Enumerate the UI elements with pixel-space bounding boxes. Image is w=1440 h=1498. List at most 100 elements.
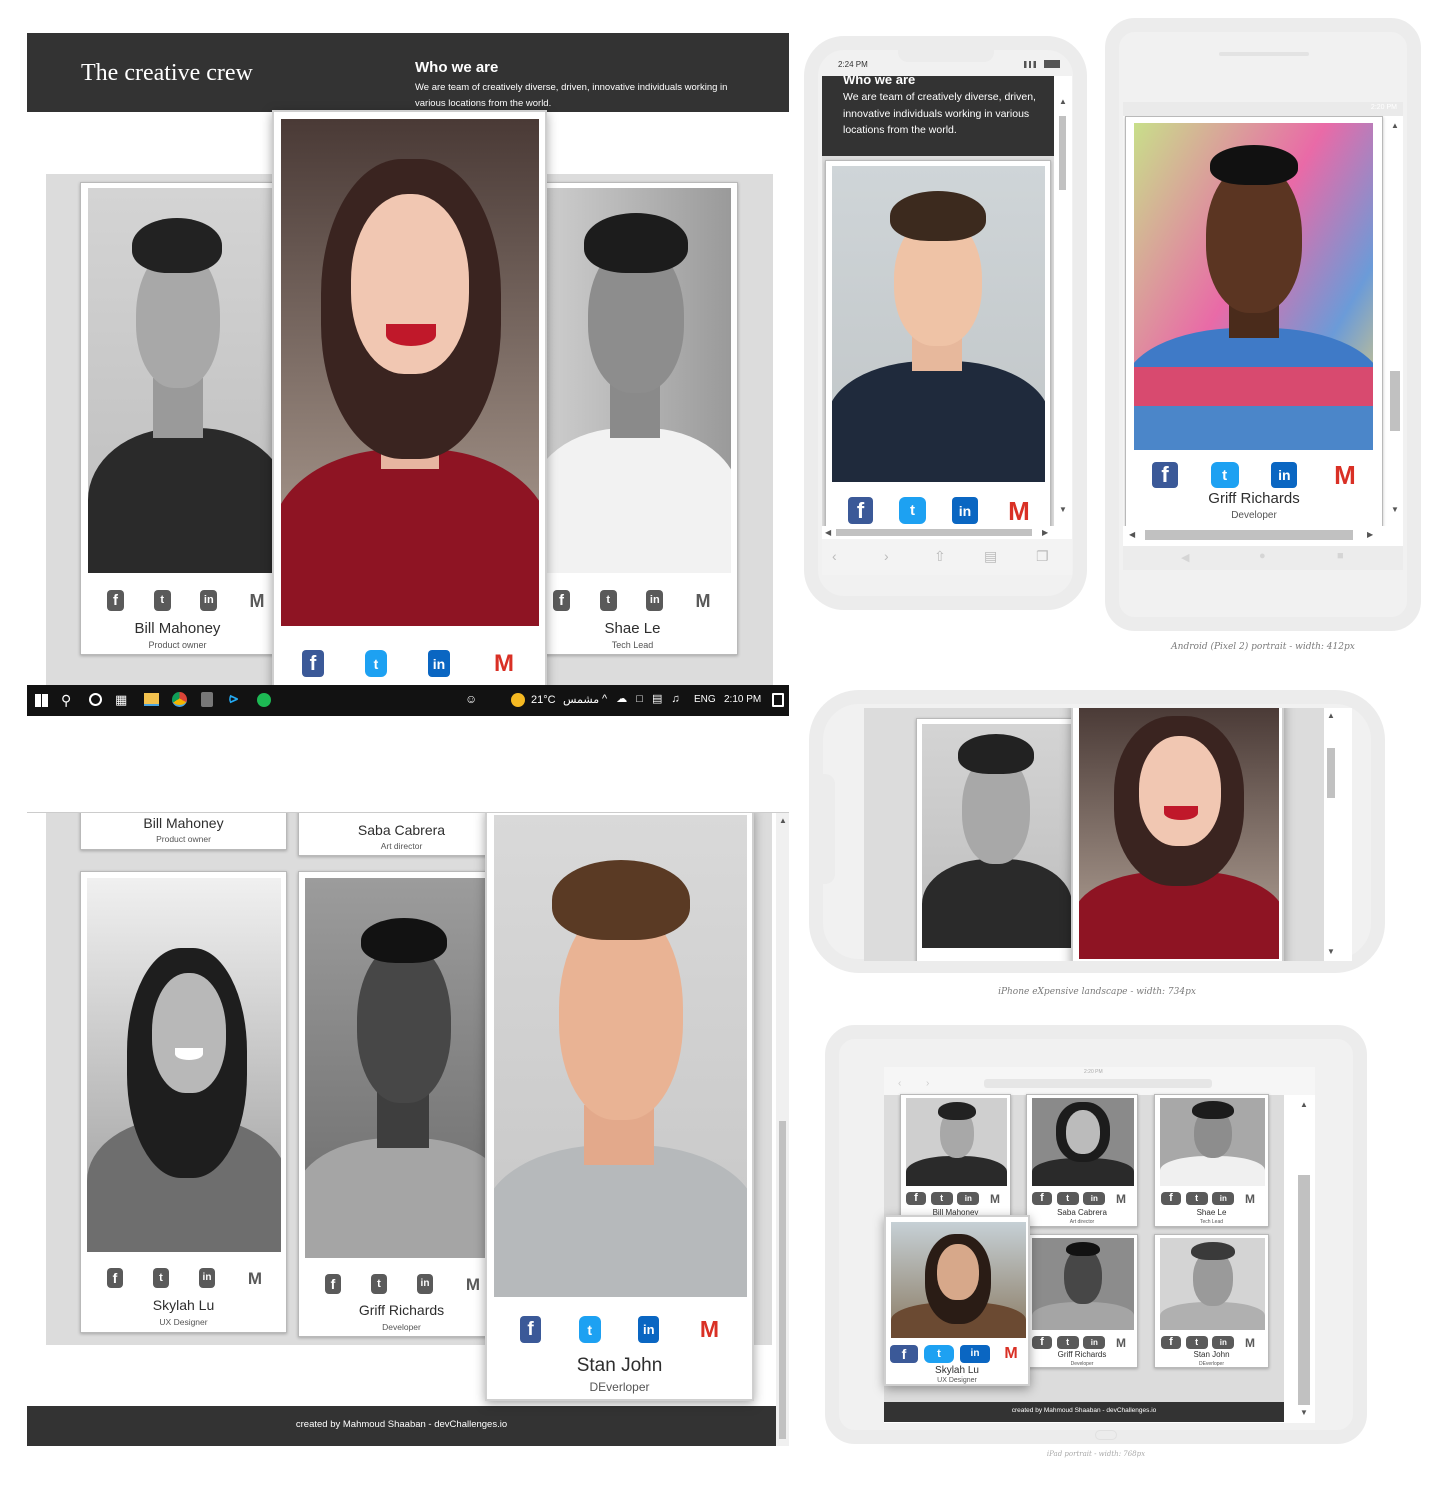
facebook-icon[interactable]: f: [553, 590, 570, 611]
facebook-icon[interactable]: f: [1161, 1192, 1181, 1205]
member-card-skylah-hover[interactable]: f t in M Skylah Lu UX Designer: [884, 1215, 1030, 1386]
people-icon[interactable]: ☺: [465, 692, 477, 706]
scroll-up-arrow[interactable]: ▲: [1300, 1101, 1308, 1109]
linkedin-icon[interactable]: in: [952, 497, 978, 524]
scroll-down-arrow[interactable]: ▼: [1300, 1409, 1308, 1417]
page-scrollbar[interactable]: ▲ ▼: [1294, 1095, 1314, 1423]
scroll-down-arrow[interactable]: ▼: [1391, 506, 1399, 514]
scroll-up-arrow[interactable]: ▲: [1327, 712, 1335, 720]
search-icon[interactable]: ⚲: [61, 692, 71, 709]
linkedin-icon[interactable]: in: [200, 590, 218, 611]
linkedin-icon[interactable]: in: [417, 1274, 433, 1294]
gmail-icon[interactable]: M: [463, 1274, 483, 1294]
tabs-icon[interactable]: ❐: [1036, 548, 1049, 565]
cortana-icon[interactable]: [89, 693, 102, 706]
twitter-icon[interactable]: t: [1056, 1192, 1079, 1205]
gmail-icon[interactable]: M: [1239, 1336, 1261, 1349]
scroll-left-arrow[interactable]: ◀: [825, 529, 831, 537]
gmail-icon[interactable]: M: [984, 1192, 1006, 1205]
recents-icon[interactable]: ■: [1337, 550, 1344, 562]
member-card-griff[interactable]: f t in M Griff Richards Developer: [298, 871, 505, 1337]
scroll-right-arrow[interactable]: ▶: [1042, 529, 1048, 537]
twitter-icon[interactable]: t: [153, 1268, 169, 1288]
member-card-griff[interactable]: f t in M Griff Richards Developer: [1125, 116, 1383, 536]
twitter-icon[interactable]: t: [153, 590, 171, 611]
linkedin-icon[interactable]: in: [646, 590, 664, 611]
facebook-icon[interactable]: f: [1152, 462, 1178, 488]
gmail-icon[interactable]: M: [1110, 1336, 1132, 1349]
member-card-bill[interactable]: f t in M Bill Mahoney: [900, 1094, 1011, 1222]
twitter-icon[interactable]: t: [1056, 1336, 1079, 1349]
scroll-up-arrow[interactable]: ▲: [1391, 122, 1399, 130]
horizontal-scrollbar[interactable]: ◀ ▶: [822, 526, 1056, 539]
gmail-icon[interactable]: M: [1110, 1192, 1132, 1205]
facebook-icon[interactable]: f: [1161, 1336, 1181, 1349]
language-indicator[interactable]: ENG: [694, 694, 716, 705]
facebook-icon[interactable]: f: [848, 497, 873, 524]
page-scrollbar[interactable]: ▲ ▼: [1387, 116, 1403, 526]
tray-icons[interactable]: ^ ☁ □ ▤ ♫: [602, 692, 683, 705]
vscode-icon[interactable]: ⪧: [229, 690, 238, 708]
app-icon[interactable]: [201, 692, 213, 707]
gmail-icon[interactable]: M: [247, 590, 267, 611]
member-card-saba-hover[interactable]: [1071, 708, 1284, 961]
twitter-icon[interactable]: t: [899, 497, 926, 524]
page-scrollbar[interactable]: ▲ ▼: [1324, 708, 1338, 961]
twitter-icon[interactable]: t: [365, 650, 387, 677]
home-icon[interactable]: ●: [1259, 550, 1266, 562]
gmail-icon[interactable]: M: [697, 1316, 722, 1343]
facebook-icon[interactable]: f: [325, 1274, 341, 1294]
linkedin-icon[interactable]: in: [1212, 1192, 1235, 1205]
member-card-bill[interactable]: f t in M: [825, 160, 1051, 539]
page-scrollbar[interactable]: ▲ ▼: [1056, 76, 1070, 526]
ipad-home-button[interactable]: [1095, 1430, 1117, 1440]
twitter-icon[interactable]: t: [924, 1345, 954, 1363]
windows-start-icon[interactable]: [35, 694, 48, 707]
page-scrollbar[interactable]: ▲: [776, 813, 789, 1446]
twitter-icon[interactable]: t: [578, 1316, 601, 1343]
chrome-icon[interactable]: [172, 692, 187, 707]
member-card-saba-hover[interactable]: f t in M: [272, 110, 547, 716]
member-card-saba[interactable]: Saba Cabrera Art director: [298, 813, 505, 856]
back-icon[interactable]: ◀: [1181, 551, 1189, 564]
twitter-icon[interactable]: t: [1185, 1336, 1208, 1349]
facebook-icon[interactable]: f: [890, 1345, 918, 1363]
clock[interactable]: 2:10 PM: [724, 694, 761, 705]
member-card-bill[interactable]: f t in M Bill Mahoney Product owner: [80, 182, 276, 655]
spotify-icon[interactable]: [257, 693, 271, 707]
scroll-right-arrow[interactable]: ▶: [1367, 531, 1373, 539]
notification-icon[interactable]: [772, 693, 784, 707]
gmail-icon[interactable]: M: [1330, 462, 1360, 488]
gmail-icon[interactable]: M: [491, 650, 517, 677]
scrollbar-thumb[interactable]: [1390, 371, 1400, 431]
share-icon[interactable]: ⇧: [934, 548, 946, 565]
scroll-down-arrow[interactable]: ▼: [1059, 506, 1067, 514]
scrollbar-thumb[interactable]: [1145, 530, 1353, 540]
scroll-down-arrow[interactable]: ▼: [1327, 948, 1335, 956]
member-card-shae[interactable]: f t in M Shae Le Tech Lead: [1154, 1094, 1269, 1227]
gmail-icon[interactable]: M: [693, 590, 713, 611]
member-card-bill[interactable]: Bill Mahoney Product owner: [80, 813, 287, 850]
gmail-icon[interactable]: M: [1239, 1192, 1261, 1205]
scroll-up-arrow[interactable]: ▲: [1059, 98, 1067, 106]
facebook-icon[interactable]: f: [302, 650, 324, 677]
facebook-icon[interactable]: f: [1032, 1336, 1052, 1349]
gmail-icon[interactable]: M: [996, 1345, 1026, 1363]
linkedin-icon[interactable]: in: [960, 1345, 990, 1363]
horizontal-scrollbar[interactable]: ◀ ▶: [1123, 526, 1387, 544]
facebook-icon[interactable]: f: [107, 1268, 123, 1288]
facebook-icon[interactable]: f: [107, 590, 124, 611]
task-view-icon[interactable]: ▦: [115, 692, 127, 708]
file-explorer-icon[interactable]: [144, 693, 159, 706]
gmail-icon[interactable]: M: [1004, 497, 1034, 524]
back-icon[interactable]: ‹: [898, 1078, 901, 1089]
member-card-skylah[interactable]: f t in M Skylah Lu UX Designer: [80, 871, 287, 1333]
member-card-griff[interactable]: f t in M Griff Richards Developer: [1026, 1234, 1138, 1368]
bookmarks-icon[interactable]: ▤: [984, 548, 997, 565]
linkedin-icon[interactable]: in: [1083, 1336, 1106, 1349]
gmail-icon[interactable]: M: [245, 1268, 265, 1288]
member-card-bill[interactable]: [916, 718, 1074, 961]
facebook-icon[interactable]: f: [520, 1316, 541, 1343]
facebook-icon[interactable]: f: [906, 1192, 926, 1205]
scrollbar-thumb[interactable]: [836, 529, 1032, 536]
